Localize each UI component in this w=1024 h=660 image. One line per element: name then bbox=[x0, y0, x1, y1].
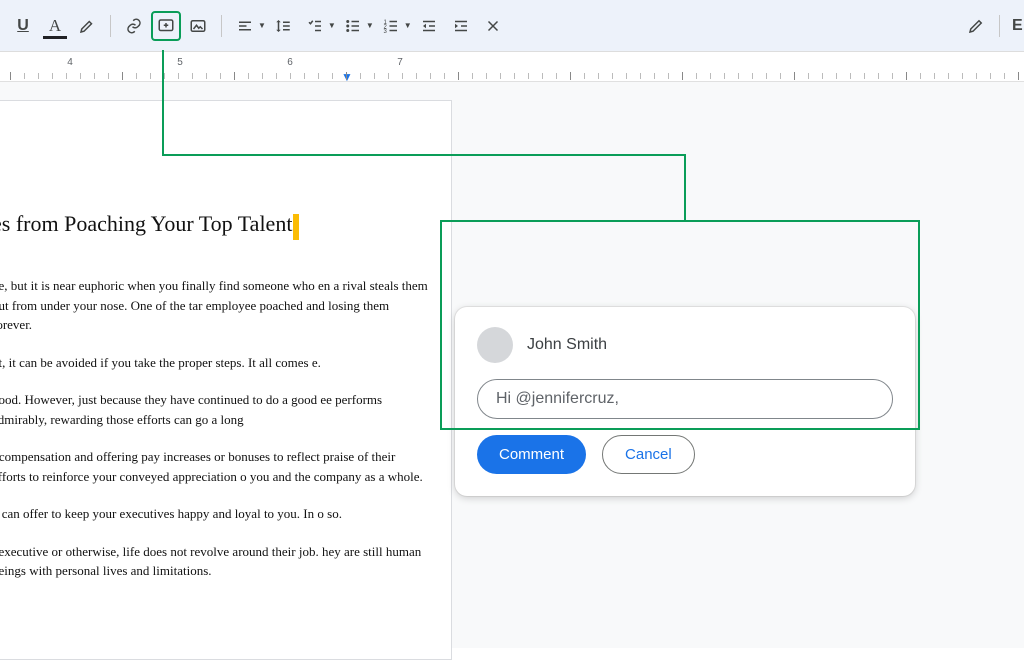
numbered-list-button[interactable]: 123 bbox=[376, 11, 406, 41]
document-canvas: es from Poaching Your Top Talent ge, but… bbox=[0, 82, 1024, 648]
comment-cancel-button[interactable]: Cancel bbox=[602, 435, 695, 474]
checklist-icon bbox=[306, 17, 324, 35]
toolbar-separator bbox=[999, 15, 1000, 37]
annotation-line bbox=[684, 154, 686, 220]
text-color-button[interactable]: A bbox=[40, 11, 70, 41]
comment-submit-button[interactable]: Comment bbox=[477, 435, 586, 474]
toolbar-separator bbox=[110, 15, 111, 37]
align-icon bbox=[236, 17, 254, 35]
add-comment-button[interactable] bbox=[151, 11, 181, 41]
line-spacing-icon bbox=[274, 17, 292, 35]
decrease-indent-button[interactable] bbox=[414, 11, 444, 41]
bulleted-list-button[interactable] bbox=[338, 11, 368, 41]
clear-formatting-button[interactable] bbox=[478, 11, 508, 41]
document-page[interactable]: es from Poaching Your Top Talent ge, but… bbox=[0, 100, 452, 660]
svg-text:3: 3 bbox=[383, 28, 387, 34]
numbered-list-icon: 123 bbox=[382, 17, 400, 35]
ruler-label: 6 bbox=[287, 57, 293, 68]
paragraph[interactable]: good. However, just because they have co… bbox=[0, 390, 431, 429]
toolbar: U A ▼ ▼ ▼ 123 ▼ E bbox=[0, 0, 1024, 52]
ruler-label: 7 bbox=[397, 57, 403, 68]
comment-author: John Smith bbox=[527, 336, 607, 354]
decrease-indent-icon bbox=[420, 17, 438, 35]
paragraph[interactable]: u can offer to keep your executives happ… bbox=[0, 504, 431, 524]
comment-input[interactable] bbox=[477, 379, 893, 419]
chevron-down-icon: ▼ bbox=[258, 21, 266, 30]
pencil-icon bbox=[967, 17, 985, 35]
toolbar-separator bbox=[221, 15, 222, 37]
insert-link-button[interactable] bbox=[119, 11, 149, 41]
bulleted-list-icon bbox=[344, 17, 362, 35]
insert-image-button[interactable] bbox=[183, 11, 213, 41]
toolbar-overflow[interactable]: E bbox=[1008, 17, 1016, 35]
highlight-color-button[interactable] bbox=[72, 11, 102, 41]
image-icon bbox=[189, 17, 207, 35]
underline-button[interactable]: U bbox=[8, 11, 38, 41]
clear-formatting-icon bbox=[484, 17, 502, 35]
ruler-label: 4 bbox=[67, 57, 73, 68]
highlighter-icon bbox=[78, 17, 96, 35]
increase-indent-icon bbox=[452, 17, 470, 35]
chevron-down-icon: ▼ bbox=[366, 21, 374, 30]
paragraph[interactable]: ot, it can be avoided if you take the pr… bbox=[0, 353, 431, 373]
new-comment-card: John Smith Comment Cancel bbox=[455, 307, 915, 496]
align-button[interactable] bbox=[230, 11, 260, 41]
chevron-down-icon: ▼ bbox=[328, 21, 336, 30]
line-spacing-button[interactable] bbox=[268, 11, 298, 41]
paragraph[interactable]: ge, but it is near euphoric when you fin… bbox=[0, 276, 431, 335]
avatar bbox=[477, 327, 513, 363]
paragraph[interactable]: l compensation and offering pay increase… bbox=[0, 447, 431, 486]
checklist-button[interactable] bbox=[300, 11, 330, 41]
chevron-down-icon: ▼ bbox=[404, 21, 412, 30]
add-comment-icon bbox=[157, 17, 175, 35]
editing-mode-button[interactable] bbox=[961, 11, 991, 41]
document-heading[interactable]: es from Poaching Your Top Talent bbox=[0, 211, 292, 236]
link-icon bbox=[125, 17, 143, 35]
ruler-label: 5 bbox=[177, 57, 183, 68]
ruler[interactable]: 4 5 6 7 ▼ bbox=[0, 52, 1024, 82]
text-cursor bbox=[293, 214, 299, 240]
document-body[interactable]: ge, but it is near euphoric when you fin… bbox=[0, 276, 431, 581]
paragraph[interactable]: , executive or otherwise, life does not … bbox=[0, 542, 431, 581]
increase-indent-button[interactable] bbox=[446, 11, 476, 41]
